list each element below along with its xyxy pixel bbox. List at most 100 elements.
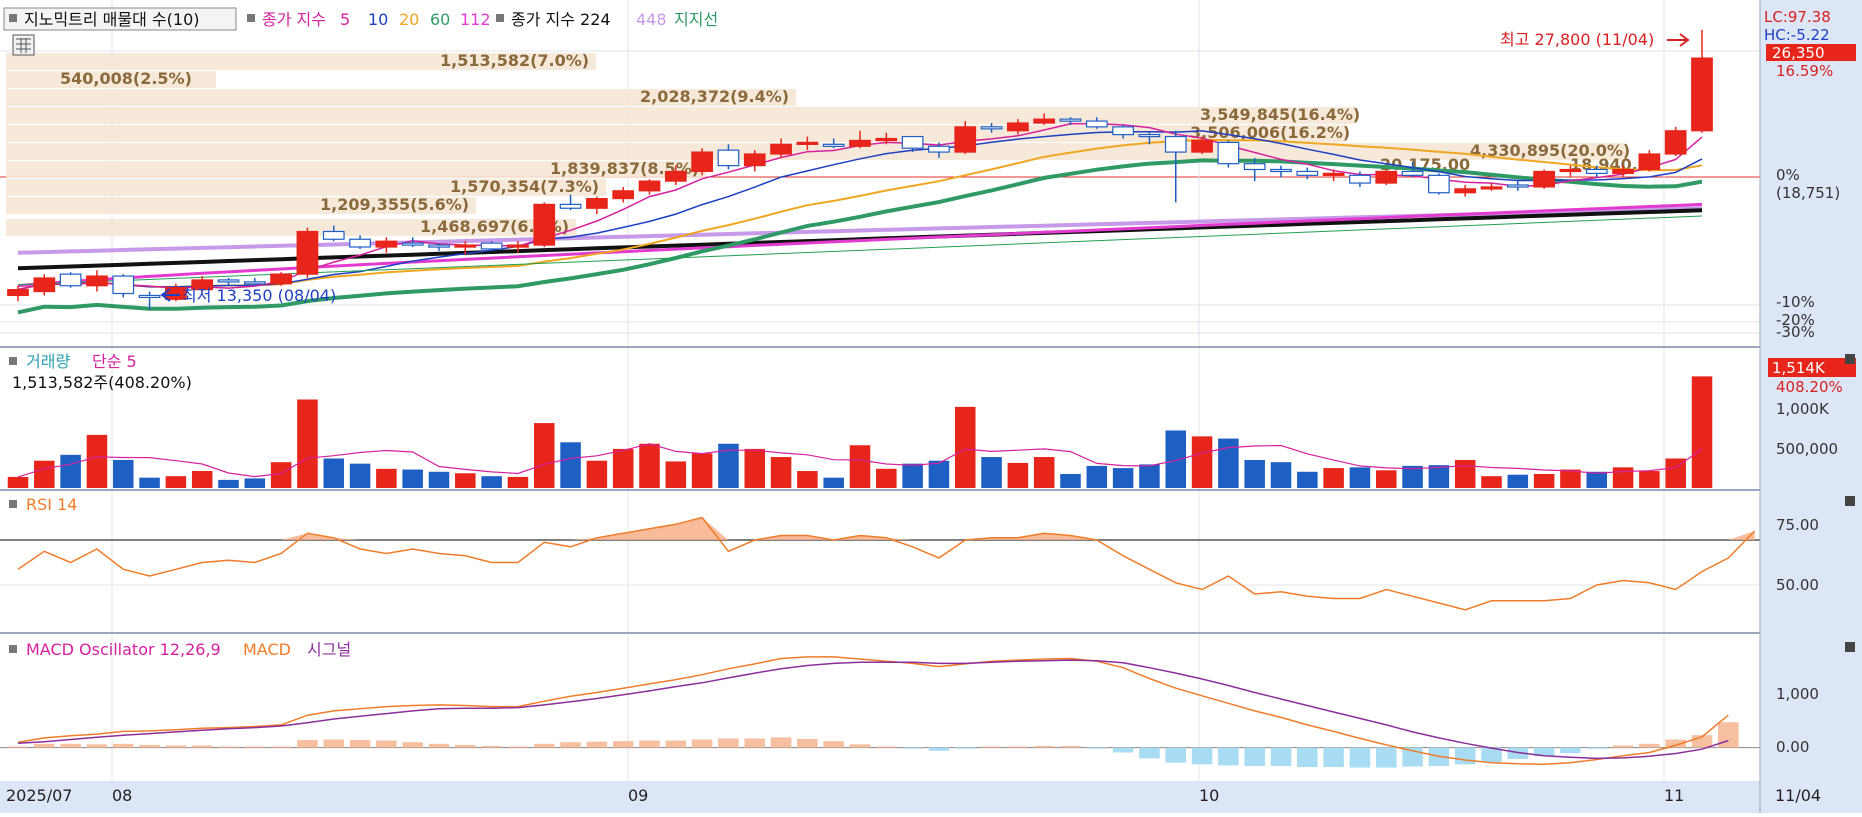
profile-label: 1,570,354(7.3%): [450, 177, 599, 196]
candle-body: [454, 244, 477, 248]
volume-title[interactable]: 거래량: [26, 352, 70, 371]
candle-body: [1138, 134, 1161, 138]
close-volume-icon[interactable]: [1845, 354, 1855, 364]
candle-body: [533, 203, 556, 246]
macd-label[interactable]: MACD: [243, 640, 291, 659]
candle-body: [875, 137, 898, 142]
oscillator-bar: [612, 741, 634, 748]
oscillator-bar: [112, 743, 134, 748]
volume-bar: [1007, 462, 1029, 488]
oscillator-bar: [797, 738, 818, 748]
candle-body: [428, 244, 450, 248]
volume-bar: [323, 458, 345, 488]
stock-chart: 1,513,582(7.0%) 540,008(2.5%) 2,028,372(9.…: [0, 0, 1862, 813]
x-axis-bg: [0, 781, 1862, 813]
table-toggle-icon[interactable]: [12, 34, 35, 56]
candle-body: [507, 244, 529, 248]
volume-bar: [60, 454, 81, 488]
candle-body: [1164, 135, 1187, 153]
candle-body: [1217, 141, 1240, 165]
volume-bar: [533, 423, 555, 488]
indicator-label[interactable]: 지노믹트리 매물대 수(10): [24, 10, 200, 29]
volume-bar: [1270, 462, 1292, 488]
oscillator-bar: [1007, 746, 1029, 748]
support-label[interactable]: 지지선: [674, 10, 718, 29]
candle-body: [112, 275, 135, 295]
volume-bar: [586, 460, 608, 488]
candle-body: [243, 281, 266, 285]
rsi-title[interactable]: RSI 14: [26, 495, 77, 514]
volume-bar: [1691, 376, 1713, 488]
volume-ma-label[interactable]: 단순 5: [92, 352, 137, 371]
candle-body: [1401, 170, 1424, 176]
volume-bar: [191, 471, 213, 488]
ma448-label[interactable]: 448: [636, 10, 667, 29]
ma60-label[interactable]: 60: [430, 10, 450, 29]
volume-bar: [1218, 438, 1239, 488]
oscillator-bar: [402, 742, 423, 748]
candle-body: [1270, 168, 1292, 173]
oscillator-bar: [1612, 745, 1634, 748]
oscillator-bar: [1270, 747, 1292, 766]
oscillator-bar: [1718, 722, 1739, 748]
volume-bar: [481, 476, 502, 488]
volume-bar: [928, 460, 950, 488]
candle-body: [401, 242, 424, 246]
close-rsi-icon[interactable]: [1845, 496, 1855, 506]
ma5-label[interactable]: 5: [340, 10, 350, 29]
macd-title[interactable]: MACD Oscillator 12,26,9: [26, 640, 221, 659]
candle-body: [1059, 118, 1082, 122]
candle-body: [796, 141, 819, 145]
legend-marker-icon: [247, 14, 255, 22]
candle-body: [901, 135, 924, 149]
oscillator-bar: [954, 747, 976, 749]
candle-body: [849, 139, 871, 147]
ma20-label[interactable]: 20: [399, 10, 419, 29]
minus30-label: -30%: [1776, 323, 1815, 341]
oscillator-bar: [165, 745, 187, 748]
ma10-label[interactable]: 10: [368, 10, 388, 29]
profile-label: 2,028,372(9.4%): [640, 87, 789, 106]
candle-body: [480, 242, 503, 250]
oscillator-bar: [1349, 747, 1371, 768]
legend-marker-icon: [9, 500, 17, 508]
oscillator-bar: [1639, 743, 1660, 748]
oscillator-bar: [849, 744, 871, 748]
oscillator-bar: [455, 744, 476, 748]
oscillator-bar: [770, 737, 792, 748]
close-macd-icon[interactable]: [1845, 642, 1855, 652]
volume-bar: [1375, 470, 1397, 488]
oscillator-bar: [270, 746, 292, 748]
candle-body: [296, 230, 319, 275]
candle-body: [1322, 172, 1345, 176]
volume-bar: [1060, 473, 1081, 488]
volume-bar: [218, 479, 239, 488]
x-label-oct: 10: [1199, 786, 1219, 805]
x-label-nov: 11: [1664, 786, 1684, 805]
oscillator-bar: [349, 740, 371, 748]
oscillator-bar: [1297, 747, 1318, 768]
minus10-label: -10%: [1776, 293, 1815, 311]
candle-body: [822, 143, 845, 147]
oscillator-bar: [218, 746, 239, 748]
volume-badge-value: 1,514K: [1772, 359, 1826, 377]
oscillator-bar: [876, 746, 897, 748]
ma112-label[interactable]: 112: [460, 10, 491, 29]
volume-bar: [1560, 469, 1581, 488]
volume-bar: [165, 476, 187, 488]
candle-body: [375, 240, 398, 248]
signal-label[interactable]: 시그널: [307, 640, 351, 659]
oscillator-bar: [507, 746, 529, 748]
candle-body: [1638, 153, 1661, 171]
candle-body: [954, 126, 977, 153]
oscillator-bar: [981, 746, 1002, 748]
ma-label[interactable]: 종가 지수: [262, 10, 326, 29]
profile-label: 3,549,845(16.4%): [1200, 105, 1360, 124]
volume-bar: [1612, 467, 1634, 488]
volume-bar: [1481, 476, 1502, 488]
candle-body: [743, 153, 766, 167]
candle-body: [1585, 168, 1608, 174]
oscillator-bar: [7, 746, 29, 748]
oscillator-bar: [902, 747, 923, 749]
ma224-label[interactable]: 종가 지수 224: [511, 10, 611, 29]
